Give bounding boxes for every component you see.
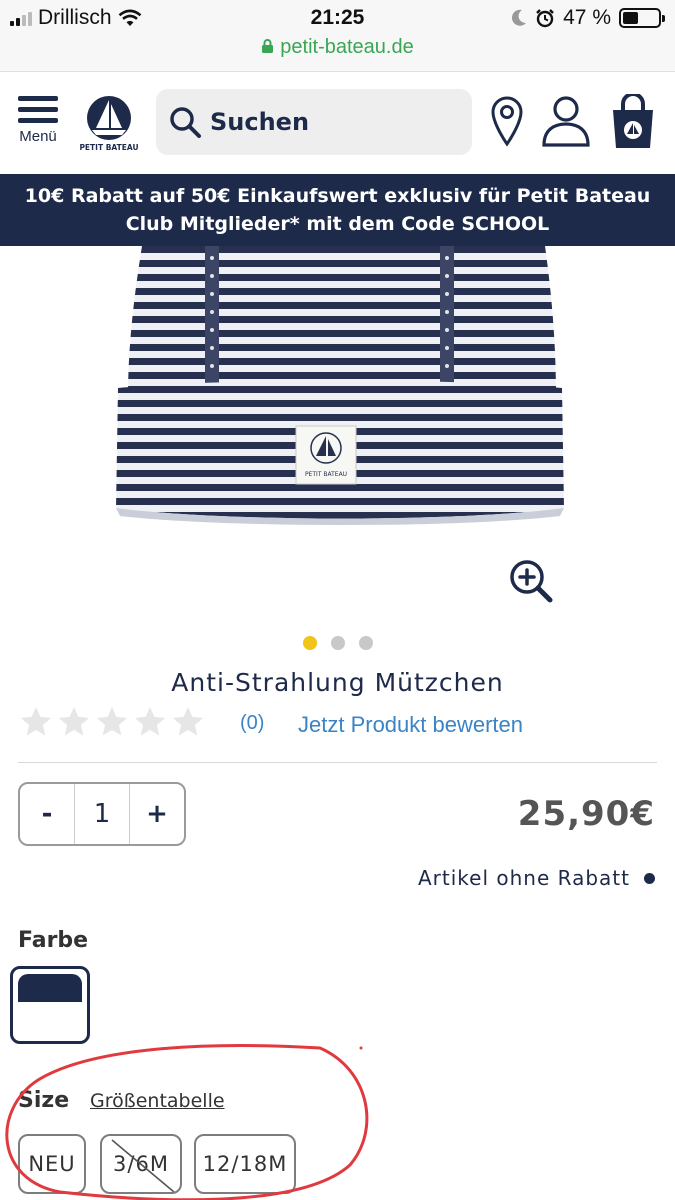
menu-icon-bar	[18, 107, 58, 112]
search-icon	[170, 107, 201, 138]
rating-count[interactable]: (0)	[240, 712, 264, 735]
carousel-dots	[0, 636, 675, 650]
star-icon	[135, 707, 165, 736]
star-icon	[97, 707, 127, 736]
no-discount-note: Artikel ohne Rabatt	[418, 866, 655, 890]
carousel-dot-2[interactable]	[330, 636, 345, 650]
promo-banner[interactable]: 10€ Rabatt auf 50€ Einkaufswert exklusiv…	[0, 174, 675, 246]
star-icon	[173, 707, 203, 736]
search-field[interactable]: Suchen	[156, 89, 472, 155]
product-title: Anti-Strahlung Mützchen	[171, 668, 504, 697]
divider	[18, 762, 657, 763]
rating-stars[interactable]	[18, 704, 206, 740]
address-bar[interactable]: petit-bateau.de	[0, 36, 675, 59]
color-swatch-selected[interactable]	[10, 966, 90, 1044]
user-icon[interactable]	[540, 94, 592, 148]
annotation-circle	[5, 1044, 369, 1200]
star-icon	[21, 707, 51, 736]
no-discount-label: Artikel ohne Rabatt	[418, 866, 630, 890]
menu-label: Menü	[19, 128, 57, 145]
product-price: 25,90€	[517, 794, 655, 834]
svg-text:PETIT BATEAU: PETIT BATEAU	[79, 143, 138, 152]
zoom-icon[interactable]	[508, 558, 554, 604]
star-icon	[59, 707, 89, 736]
location-pin-icon[interactable]	[490, 94, 524, 148]
search-placeholder: Suchen	[210, 108, 310, 136]
svg-text:PETIT BATEAU: PETIT BATEAU	[305, 471, 347, 478]
battery-icon	[619, 8, 665, 28]
menu-button[interactable]: Menü	[16, 96, 60, 145]
status-bar: Drillisch 21:25 47 % petit-bateau.de	[0, 0, 675, 72]
quantity-increase-button[interactable]: +	[129, 784, 184, 844]
petit-bateau-logo[interactable]: PETIT BATEAU	[76, 90, 142, 156]
menu-icon-bar	[18, 118, 58, 123]
product-image[interactable]: PETIT BATEAU	[0, 246, 675, 626]
url-text: petit-bateau.de	[280, 36, 414, 58]
shopping-bag-icon[interactable]	[608, 94, 658, 150]
quantity-decrease-button[interactable]: -	[20, 784, 75, 844]
quantity-value[interactable]: 1	[75, 784, 129, 844]
promo-line-2: Club Mitglieder* mit dem Code SCHOOL	[125, 213, 550, 235]
battery-percent: 47 %	[563, 6, 611, 29]
promo-line-1: 10€ Rabatt auf 50€ Einkaufswert exklusiv…	[24, 185, 651, 207]
quantity-stepper: - 1 +	[18, 782, 186, 846]
carousel-dot-1[interactable]	[302, 636, 317, 650]
moon-icon	[512, 9, 527, 26]
status-right: 47 %	[511, 6, 665, 30]
carousel-dot-3[interactable]	[358, 636, 373, 650]
swatch-navy	[18, 974, 82, 1002]
lock-icon	[262, 39, 274, 53]
rate-product-link[interactable]: Jetzt Produkt bewerten	[298, 712, 523, 738]
menu-icon	[18, 96, 58, 101]
color-label: Farbe	[18, 928, 89, 953]
bullet-icon	[644, 872, 655, 884]
alarm-icon	[536, 9, 554, 28]
site-header: Menü PETIT BATEAU Suchen	[0, 72, 675, 174]
